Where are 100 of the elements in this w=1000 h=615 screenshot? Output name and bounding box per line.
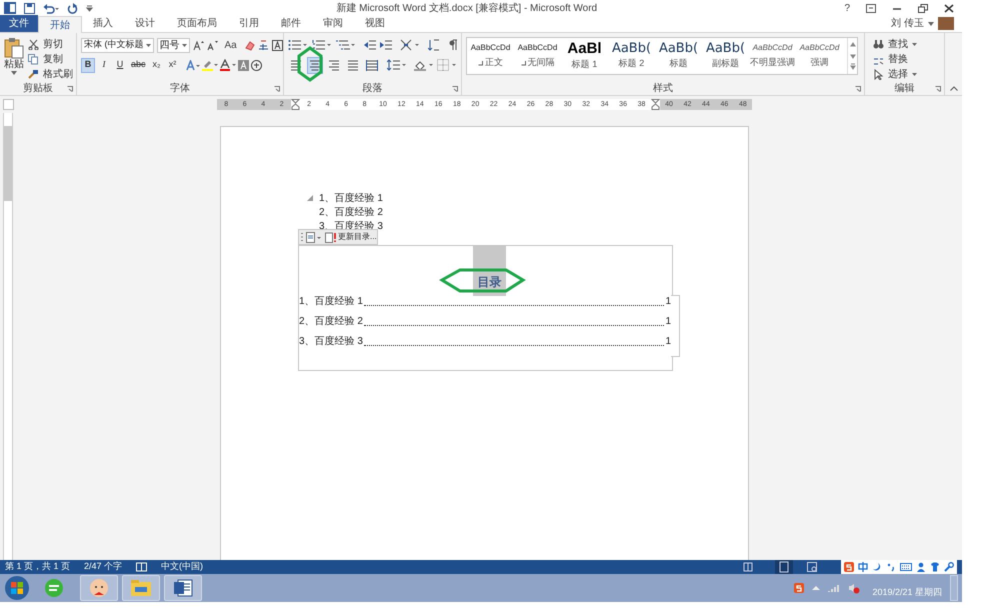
text-effects-icon[interactable] xyxy=(186,60,200,70)
proofing-icon[interactable] xyxy=(136,562,148,572)
style-preview[interactable]: AaBb( xyxy=(658,42,698,55)
font-color-icon[interactable] xyxy=(220,59,236,71)
toc-entry[interactable]: 1、百度经验 1 xyxy=(299,294,363,309)
restore-icon[interactable] xyxy=(918,4,928,12)
shrink-font-icon[interactable] xyxy=(206,40,218,50)
volume-muted-icon[interactable] xyxy=(848,582,860,594)
gallery-scrollbar[interactable] xyxy=(847,38,857,74)
style-preview[interactable]: AaBl xyxy=(567,40,602,56)
format-button[interactable]: x₂ xyxy=(150,58,164,72)
style-name[interactable]: 副标题 xyxy=(712,56,739,70)
chinese-layout-icon[interactable] xyxy=(400,39,420,51)
page-count[interactable]: 第 1 页，共 1 页 xyxy=(5,560,70,574)
user-name[interactable]: 刘 传玉 xyxy=(891,16,924,31)
style-preview[interactable]: AaBbCcDd xyxy=(470,42,510,54)
font-size-field[interactable]: 四号 xyxy=(156,38,190,52)
line-spacing-icon[interactable] xyxy=(387,59,407,71)
language-status[interactable]: 中文(中国) xyxy=(161,560,204,574)
style-name[interactable]: 强调 xyxy=(810,56,828,70)
paragraph-mark-icon[interactable] xyxy=(448,39,458,51)
punctuation-icon[interactable] xyxy=(886,562,896,572)
wrench-icon[interactable] xyxy=(944,562,954,572)
indent-marker-icon[interactable] xyxy=(650,99,660,110)
change-case-button[interactable]: Aa xyxy=(224,38,237,52)
enclose-characters-icon[interactable] xyxy=(250,60,262,70)
close-icon[interactable] xyxy=(944,4,954,12)
redo-icon[interactable] xyxy=(67,2,78,14)
style-name[interactable]: 不明显强调 xyxy=(750,56,795,70)
ribbon-tab[interactable]: 设计 xyxy=(124,15,166,32)
style-name[interactable]: 无间隔 xyxy=(528,56,554,70)
ribbon-tab[interactable]: 页面布局 xyxy=(166,15,228,32)
folder-icon[interactable] xyxy=(130,578,152,598)
ribbon-display-icon[interactable] xyxy=(866,4,876,12)
clipboard-icon[interactable] xyxy=(4,37,24,59)
ribbon-tab[interactable]: 插入 xyxy=(82,15,124,32)
decrease-indent-icon[interactable] xyxy=(364,39,376,51)
paste-button[interactable]: 粘贴 xyxy=(4,59,24,71)
style-preview[interactable]: AaBbCcDd xyxy=(800,42,840,54)
moon-icon[interactable] xyxy=(872,562,882,572)
baby-face-icon[interactable] xyxy=(88,578,110,598)
editing-command[interactable]: 查找 xyxy=(888,36,908,52)
style-name[interactable]: 标题 xyxy=(670,56,688,70)
toc-entry[interactable]: 3、百度经验 3 xyxy=(299,334,363,349)
start-orb-icon[interactable] xyxy=(4,575,30,601)
clear-format-icon[interactable] xyxy=(244,40,255,50)
font-name-field[interactable]: 宋体 (中文标题 xyxy=(81,38,154,52)
chinese-mode-icon[interactable] xyxy=(858,562,868,572)
format-button[interactable]: I xyxy=(97,58,111,72)
user-icon[interactable] xyxy=(916,562,926,572)
print-layout-icon[interactable] xyxy=(775,560,793,574)
clipboard-command[interactable]: 格式刷 xyxy=(43,66,73,82)
dialog-launcher-icon[interactable] xyxy=(274,86,280,92)
document-menu-icon[interactable] xyxy=(306,232,322,242)
style-name[interactable]: 标题 1 xyxy=(572,58,598,72)
grow-font-icon[interactable] xyxy=(192,40,204,50)
keyboard-icon[interactable] xyxy=(900,562,912,572)
customize-icon[interactable] xyxy=(86,4,93,12)
word-app-icon[interactable] xyxy=(172,578,194,598)
read-mode-icon[interactable] xyxy=(743,562,753,572)
ribbon-tab[interactable]: 文件 xyxy=(0,15,38,32)
style-preview[interactable]: AaBbCcDd xyxy=(518,42,558,54)
indent-marker-icon[interactable] xyxy=(290,99,300,110)
ribbon-tab[interactable]: 开始 xyxy=(38,16,82,33)
dialog-launcher-icon[interactable] xyxy=(67,86,73,92)
style-preview[interactable]: AaBbCcDd xyxy=(752,42,792,54)
clipboard-command[interactable]: 复制 xyxy=(43,52,63,66)
phonetic-guide-icon[interactable] xyxy=(258,40,269,50)
shading-icon[interactable] xyxy=(414,59,434,71)
web-layout-icon[interactable] xyxy=(807,562,817,572)
word-count[interactable]: 2/47 个字 xyxy=(84,560,122,574)
style-name[interactable]: 标题 2 xyxy=(618,56,644,70)
editing-command[interactable]: 选择 xyxy=(888,66,908,82)
clipboard-command[interactable]: 剪切 xyxy=(43,36,63,52)
ime-tray-icon[interactable] xyxy=(794,583,804,593)
format-button[interactable]: U xyxy=(113,58,127,72)
numbered-list-icon[interactable] xyxy=(312,39,332,51)
ribbon-tab[interactable]: 审阅 xyxy=(312,15,354,32)
shirt-icon[interactable] xyxy=(930,562,940,572)
bullet-list-icon[interactable] xyxy=(288,39,308,51)
character-border-icon[interactable] xyxy=(272,40,283,50)
dialog-launcher-icon[interactable] xyxy=(452,86,458,92)
browser-icon[interactable] xyxy=(44,578,64,598)
ribbon-tab[interactable]: 视图 xyxy=(354,15,396,32)
format-button[interactable]: B xyxy=(81,58,95,72)
format-button[interactable]: x² xyxy=(166,58,180,72)
sort-icon[interactable] xyxy=(428,39,440,51)
undo-icon[interactable] xyxy=(43,2,59,14)
save-icon[interactable] xyxy=(24,2,35,14)
ribbon-tab[interactable]: 引用 xyxy=(228,15,270,32)
format-button[interactable]: abc xyxy=(129,58,148,72)
style-name[interactable]: 正文 xyxy=(485,56,503,70)
style-preview[interactable]: AaBb( xyxy=(706,42,746,55)
multilevel-list-icon[interactable] xyxy=(336,39,356,51)
editing-command[interactable]: 替换 xyxy=(888,52,908,66)
increase-indent-icon[interactable] xyxy=(380,39,392,51)
dialog-launcher-icon[interactable] xyxy=(935,86,941,92)
dialog-launcher-icon[interactable] xyxy=(855,86,861,92)
ribbon-tab[interactable]: 邮件 xyxy=(270,15,312,32)
update-toc-button[interactable]: 更新目录... xyxy=(338,231,377,243)
